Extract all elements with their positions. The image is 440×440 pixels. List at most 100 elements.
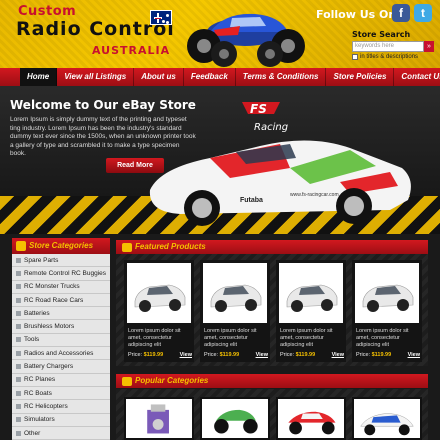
nav-terms-conditions[interactable]: Terms & Conditions (236, 68, 327, 86)
category-label: Batteries (24, 309, 50, 317)
product-price: $119.99 (371, 352, 392, 358)
price-label: Price: (128, 352, 143, 358)
arrow-icon (16, 310, 21, 316)
category-label: Remote Control RC Buggies (24, 269, 107, 277)
category-rc-planes[interactable]: RC Planes (12, 374, 110, 387)
store-search-input[interactable]: keywords here (352, 41, 424, 52)
category-rc-helicopters[interactable]: RC Helicopters (12, 400, 110, 414)
follow-us-label: Follow Us On: (316, 8, 401, 21)
category-label: Simulators (24, 416, 55, 424)
product-description: Lorem ipsum dolor sit amet, consectetur … (128, 328, 181, 348)
product-image[interactable] (355, 263, 419, 323)
featured-products-header: Featured Products (116, 240, 428, 254)
category-label: RC Planes (24, 376, 56, 384)
product-image[interactable] (127, 263, 191, 323)
category-icon (16, 241, 26, 251)
nav-view-all-listings[interactable]: View all Listings (57, 68, 135, 86)
arrow-icon (16, 403, 21, 409)
product-card[interactable]: Lorem ipsum dolor sit amet, consectetur … (200, 260, 270, 362)
popular-race-car-image[interactable] (352, 397, 422, 440)
popular-truck-image[interactable] (200, 397, 270, 440)
twitter-icon[interactable]: t (414, 4, 432, 22)
logo-australia-text[interactable]: AUSTRALIA (92, 44, 170, 57)
category-label: Spare Parts (24, 256, 59, 264)
nav-contact-us[interactable]: Contact Us (394, 68, 440, 86)
popular-icon (122, 376, 132, 386)
popular-categories-header: Popular Categories (116, 374, 428, 388)
arrow-icon (16, 377, 21, 383)
product-price: $119.99 (143, 352, 164, 358)
popular-categories-title: Popular Categories (135, 376, 209, 385)
featured-products-grid: Lorem ipsum dolor sit amet, consectetur … (116, 254, 428, 366)
category-label: RC Boats (24, 389, 52, 397)
product-price: $119.99 (295, 352, 316, 358)
arrow-icon (16, 257, 21, 263)
store-search: Store Search keywords here » in titles &… (352, 30, 436, 66)
view-link[interactable]: View (256, 352, 268, 358)
category-rc-boats[interactable]: RC Boats (12, 387, 110, 401)
category-battery-chargers[interactable]: Battery Chargers (12, 360, 110, 374)
price-label: Price: (356, 352, 371, 358)
facebook-icon[interactable]: f (392, 4, 410, 22)
category-rc-buggies[interactable]: Remote Control RC Buggies (12, 267, 110, 281)
popular-buggy-image[interactable] (276, 397, 346, 440)
popular-engine-image[interactable] (124, 397, 194, 440)
product-description: Lorem ipsum dolor sit amet, consectetur … (204, 328, 257, 348)
fs-logo-text: FS (250, 102, 267, 116)
nav-store-policies[interactable]: Store Policies (326, 68, 395, 86)
category-label: Other (24, 429, 41, 437)
category-rc-road-race-cars[interactable]: RC Road Race Cars (12, 294, 110, 308)
logo-custom-text[interactable]: Custom (18, 4, 76, 19)
product-card[interactable]: Lorem ipsum dolor sit amet, consectetur … (124, 260, 194, 362)
category-radios[interactable]: Radios and Accessories (12, 347, 110, 361)
car-brand-text: Futaba (240, 197, 263, 204)
product-description: Lorem ipsum dolor sit amet, consectetur … (280, 328, 333, 348)
view-link[interactable]: View (180, 352, 192, 358)
featured-icon (122, 242, 132, 252)
product-image[interactable] (203, 263, 267, 323)
popular-categories-grid (116, 389, 428, 440)
view-link[interactable]: View (408, 352, 420, 358)
car-url-text: www.fs-racingcar.com (290, 192, 339, 198)
nav-feedback[interactable]: Feedback (184, 68, 236, 86)
category-brushless-motors[interactable]: Brushless Motors (12, 320, 110, 334)
nav-about-us[interactable]: About us (134, 68, 184, 86)
category-label: Radios and Accessories (24, 349, 94, 357)
arrow-icon (16, 390, 21, 396)
store-categories-sidebar: Store Categories Spare Parts Remote Cont… (12, 238, 110, 440)
store-search-button[interactable]: » (424, 41, 434, 52)
category-label: Tools (24, 336, 40, 344)
category-label: Brushless Motors (24, 323, 75, 331)
category-label: Battery Chargers (24, 363, 74, 371)
search-descriptions-label: in titles & descriptions (360, 54, 419, 60)
arrow-icon (16, 284, 21, 290)
category-spare-parts[interactable]: Spare Parts (12, 254, 110, 268)
product-description: Lorem ipsum dolor sit amet, consectetur … (356, 328, 409, 348)
category-rc-monster-trucks[interactable]: RC Monster Trucks (12, 281, 110, 294)
race-car-image: Futaba www.fs-racingcar.com (149, 140, 411, 226)
view-link[interactable]: View (332, 352, 344, 358)
product-card[interactable]: Lorem ipsum dolor sit amet, consectetur … (276, 260, 346, 362)
category-tools[interactable]: Tools (12, 334, 110, 348)
arrow-icon (16, 270, 21, 276)
category-other[interactable]: Other (12, 427, 110, 440)
search-descriptions-checkbox[interactable] (352, 54, 358, 60)
featured-products-title: Featured Products (135, 242, 206, 251)
category-simulators[interactable]: Simulators (12, 414, 110, 427)
arrow-icon (16, 364, 21, 370)
arrow-icon (16, 297, 21, 303)
category-label: RC Monster Trucks (24, 283, 80, 291)
store-categories-title: Store Categories (29, 241, 94, 250)
category-label: RC Helicopters (24, 402, 68, 410)
monster-truck-image (187, 13, 305, 67)
store-categories-header: Store Categories (12, 238, 110, 254)
nav-home[interactable]: Home (20, 68, 58, 86)
category-batteries[interactable]: Batteries (12, 307, 110, 321)
product-card[interactable]: Lorem ipsum dolor sit amet, consectetur … (352, 260, 422, 362)
arrow-icon (16, 337, 21, 343)
price-label: Price: (280, 352, 295, 358)
arrow-icon (16, 350, 21, 356)
product-image[interactable] (279, 263, 343, 323)
banner-title: Welcome to Our eBay Store (10, 98, 196, 112)
price-label: Price: (204, 352, 219, 358)
